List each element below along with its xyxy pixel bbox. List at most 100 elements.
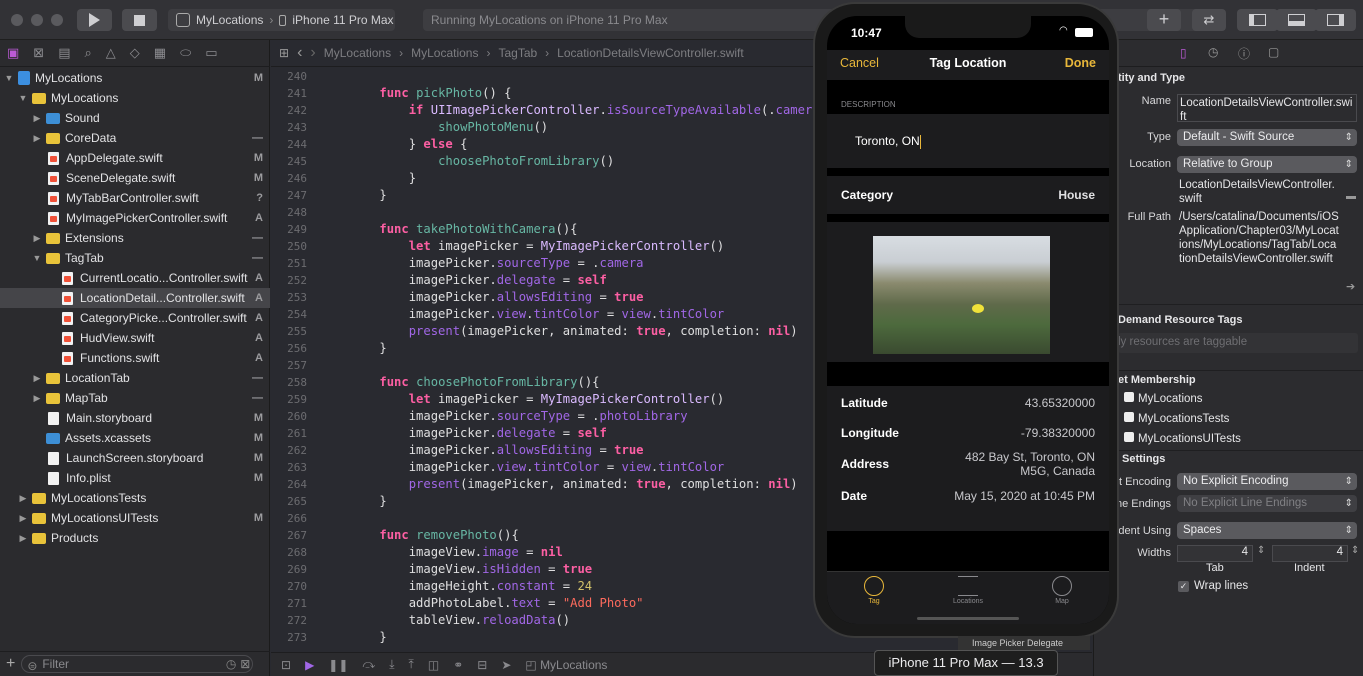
help-icon[interactable]: ⓘ [1238, 45, 1250, 62]
minimize-window-button[interactable] [31, 14, 43, 26]
indent-using-popup[interactable]: Spaces [1177, 522, 1357, 539]
tab-width-field[interactable]: 4 [1177, 545, 1253, 562]
breadcrumb-item[interactable]: LocationDetailsViewController.swift [557, 46, 744, 60]
description-text[interactable]: Toronto, ON [855, 134, 921, 149]
disclosure-icon[interactable]: ▼ [4, 73, 14, 83]
tree-item-maptab[interactable]: ▶ MapTab — [0, 388, 270, 408]
tree-item-group[interactable]: ▼ MyLocations [0, 88, 270, 108]
photo-cell[interactable] [827, 222, 1109, 362]
resource-tags-field[interactable]: ly resources are taggable [1118, 333, 1358, 353]
step-out-icon[interactable]: ⤒ [409, 657, 414, 672]
disclosure-icon[interactable]: ▶ [18, 533, 28, 544]
tree-item-extensions[interactable]: ▶ Extensions — [0, 228, 270, 248]
memory-graph-icon[interactable]: ⚭ [453, 658, 463, 672]
report-icon[interactable]: ▭ [205, 45, 217, 61]
breakpoint-icon[interactable]: ⬭ [180, 45, 191, 61]
checkbox[interactable] [1124, 412, 1134, 422]
simulate-location-icon[interactable]: ➤ [501, 658, 511, 672]
toggle-inspector-button[interactable] [1315, 9, 1356, 31]
target-row[interactable]: MyLocationsUITests [1124, 432, 1241, 445]
tree-item-project[interactable]: ▼ MyLocations M [0, 68, 270, 88]
location-popup[interactable]: Relative to Group [1177, 156, 1357, 173]
add-library-button[interactable]: + [1147, 9, 1181, 31]
disclosure-icon[interactable]: ▶ [32, 393, 42, 404]
indent-width-stepper[interactable]: ⇕ [1351, 545, 1359, 556]
warning-icon[interactable]: △ [106, 45, 116, 61]
toggle-debug-area-button[interactable] [1276, 9, 1317, 31]
breadcrumb-item[interactable]: MyLocations [324, 46, 391, 60]
disclosure-icon[interactable]: ▶ [32, 373, 42, 384]
tree-item-uitests[interactable]: ▶ MyLocationsUITests M [0, 508, 270, 528]
back-icon[interactable]: ‹ [297, 44, 302, 62]
debug-icon[interactable]: ▦ [154, 45, 166, 61]
done-button[interactable]: Done [1065, 56, 1096, 70]
tree-item-file[interactable]: AppDelegate.swift M [0, 148, 270, 168]
identity-icon[interactable]: ▢ [1268, 45, 1279, 59]
search-icon[interactable]: ⌕ [85, 45, 92, 61]
environment-overrides-icon[interactable]: ⊟ [477, 658, 487, 672]
category-cell[interactable]: Category House [827, 176, 1109, 214]
checkbox[interactable] [1124, 392, 1134, 402]
target-row[interactable]: MyLocations [1124, 392, 1203, 405]
reveal-in-finder-icon[interactable]: ➔ [1346, 280, 1355, 293]
line-endings-popup[interactable]: No Explicit Line Endings [1177, 495, 1357, 512]
tree-item-file[interactable]: Main.storyboard M [0, 408, 270, 428]
disclosure-icon[interactable]: ▶ [18, 493, 28, 504]
tree-item-tagtab[interactable]: ▼ TagTab — [0, 248, 270, 268]
disclosure-icon[interactable]: ▼ [32, 253, 42, 263]
stop-button[interactable] [122, 9, 157, 31]
breakpoints-toggle-icon[interactable]: ▶ [305, 658, 314, 672]
scheme-selector[interactable]: MyLocations › iPhone 11 Pro Max [168, 9, 395, 31]
code-review-button[interactable]: ⇄ [1192, 9, 1226, 31]
tree-item-file[interactable]: HudView.swift A [0, 328, 270, 348]
scm-filter-icon[interactable]: ⊠ [240, 656, 250, 672]
tree-item-coredata[interactable]: ▶ CoreData — [0, 128, 270, 148]
tab-locations[interactable]: Locations [921, 576, 1015, 605]
close-window-button[interactable] [11, 14, 23, 26]
tree-item-file[interactable]: CategoryPicke...Controller.swift A [0, 308, 270, 328]
tree-item-file-selected[interactable]: LocationDetail...Controller.swift A [0, 288, 270, 308]
checkmark-icon[interactable]: ✓ [1178, 581, 1189, 592]
tree-item-file[interactable]: SceneDelegate.swift M [0, 168, 270, 188]
hide-debug-area-icon[interactable]: ⊡ [281, 658, 291, 672]
disclosure-icon[interactable]: ▶ [32, 133, 42, 144]
tree-item-file[interactable]: LaunchScreen.storyboard M [0, 448, 270, 468]
breadcrumb-item[interactable]: MyLocations [411, 46, 478, 60]
tree-item-products[interactable]: ▶ Products [0, 528, 270, 548]
tree-item-locationtab[interactable]: ▶ LocationTab — [0, 368, 270, 388]
tree-item-file[interactable]: Info.plist M [0, 468, 270, 488]
tree-item-sound[interactable]: ▶ Sound [0, 108, 270, 128]
pause-icon[interactable]: ❚❚ [328, 658, 348, 672]
tree-item-tests[interactable]: ▶ MyLocationsTests [0, 488, 270, 508]
checkbox[interactable] [1124, 432, 1134, 442]
recent-icon[interactable]: ◷ [226, 656, 236, 672]
file-inspector-icon[interactable]: ▯ [1180, 46, 1187, 60]
tree-item-file[interactable]: MyTabBarController.swift? [0, 188, 270, 208]
type-popup[interactable]: Default - Swift Source [1177, 129, 1357, 146]
test-icon[interactable]: ◇ [130, 45, 140, 61]
view-debugger-icon[interactable]: ◫ [428, 658, 439, 672]
folder-icon[interactable]: ▬ [1346, 191, 1356, 202]
related-items-icon[interactable]: ⊞ [279, 46, 289, 60]
tree-item-file[interactable]: MyImagePickerController.swift A [0, 208, 270, 228]
source-control-icon[interactable]: ⊠ [33, 45, 44, 61]
disclosure-icon[interactable]: ▶ [18, 513, 28, 524]
encoding-popup[interactable]: No Explicit Encoding [1177, 473, 1357, 490]
name-field[interactable]: LocationDetailsViewController.swift [1177, 94, 1357, 123]
run-button[interactable] [77, 9, 112, 31]
forward-icon[interactable]: › [310, 44, 315, 62]
indent-width-field[interactable]: 4 [1272, 545, 1348, 562]
toggle-navigator-button[interactable] [1237, 9, 1278, 31]
tree-item-file[interactable]: CurrentLocatio...Controller.swift A [0, 268, 270, 288]
zoom-window-button[interactable] [51, 14, 63, 26]
add-icon[interactable]: + [6, 655, 15, 673]
disclosure-icon[interactable]: ▼ [18, 93, 28, 103]
disclosure-icon[interactable]: ▶ [32, 233, 42, 244]
tab-map[interactable]: Map [1015, 576, 1109, 605]
target-row[interactable]: MyLocationsTests [1124, 412, 1229, 425]
step-over-icon[interactable]: ⤼ [362, 657, 375, 672]
filter-input[interactable]: ⊜ Filter ◷ ⊠ [21, 655, 254, 673]
step-in-icon[interactable]: ⤓ [389, 657, 394, 672]
tree-item-file[interactable]: Functions.swift A [0, 348, 270, 368]
symbol-icon[interactable]: ▤ [58, 45, 70, 61]
